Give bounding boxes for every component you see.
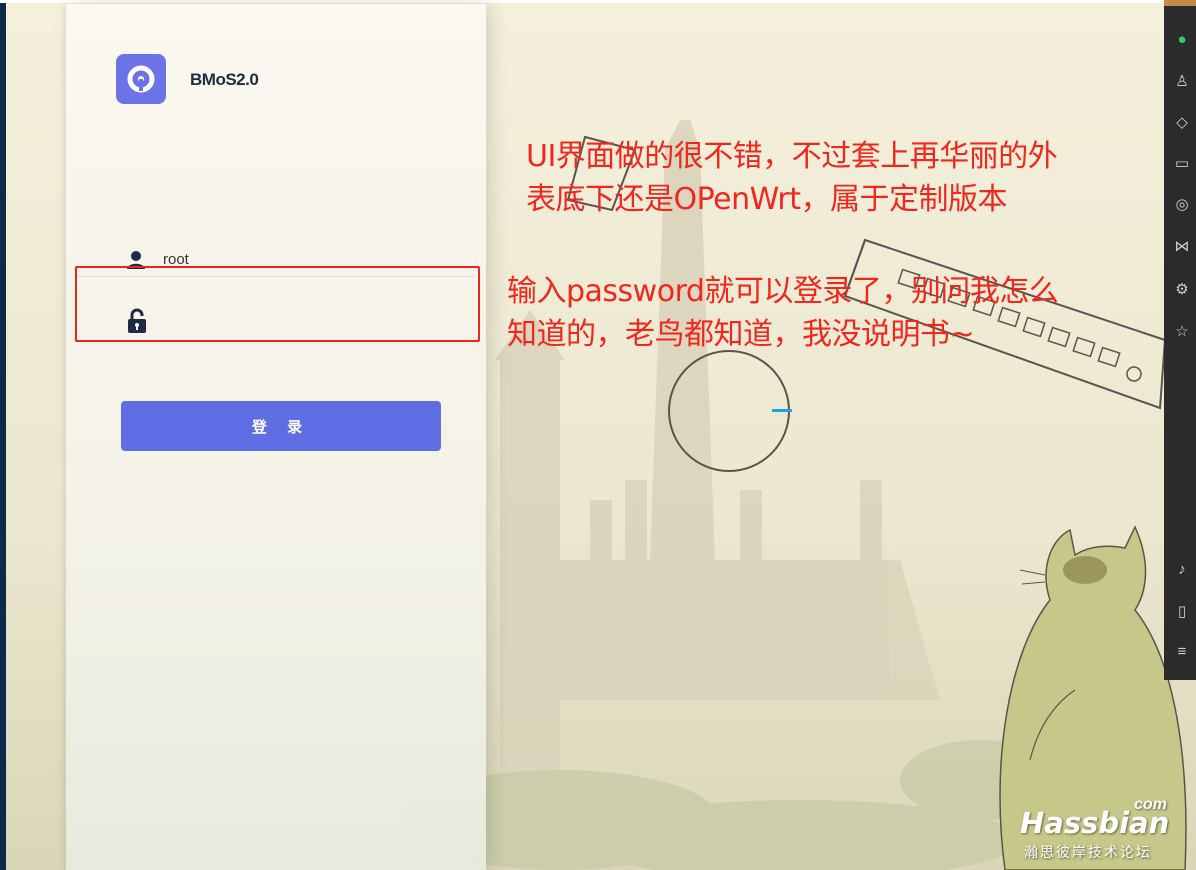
annotation-note-2-line-1: 输入password就可以登录了，别问我怎么 — [507, 274, 1059, 309]
spinner-indicator — [772, 409, 792, 412]
brand-name: BMoS2.0 — [190, 70, 259, 89]
phone-icon[interactable]: ▯ — [1172, 602, 1192, 622]
annotation-note-2-line-2: 知道的，老鸟都知道，我没说明书~ — [507, 317, 975, 352]
dock-top-accent — [1164, 0, 1196, 6]
folder-icon[interactable]: ▭ — [1172, 154, 1192, 174]
annotation-highlight-box — [75, 266, 480, 342]
forum-watermark: com Hassbian 瀚思彼岸技术论坛 — [1018, 796, 1188, 864]
annotation-note-1-line-2: 表底下还是OPenWrt，属于定制版本 — [526, 182, 1008, 217]
butterfly-icon[interactable]: ⋈ — [1172, 237, 1192, 257]
aperture-icon[interactable]: ◎ — [1172, 195, 1192, 215]
annotation-note-1: UI界面做的很不错，不过套上再华丽的外 表底下还是OPenWrt，属于定制版本 — [526, 135, 1126, 221]
cube-icon[interactable]: ◇ — [1172, 113, 1192, 133]
star-icon[interactable]: ☆ — [1172, 322, 1192, 342]
watermark-title: Hassbian — [1020, 806, 1170, 840]
window-top-border — [0, 0, 1196, 3]
contacts-icon[interactable]: ♙ — [1172, 72, 1192, 92]
watermark-subtitle: 瀚思彼岸技术论坛 — [1024, 844, 1152, 860]
annotation-note-2: 输入password就可以登录了，别问我怎么 知道的，老鸟都知道，我没说明书~ — [507, 270, 1147, 356]
music-icon[interactable]: ♪ — [1172, 560, 1192, 580]
chat-icon[interactable]: ● — [1172, 30, 1192, 50]
logo-icon — [116, 54, 166, 104]
login-panel: BMoS2.0 root 登 录 — [66, 4, 486, 870]
gear-icon[interactable]: ⚙ — [1172, 280, 1192, 300]
right-dock: ● ♙ ◇ ▭ ◎ ⋈ ⚙ ☆ ♪ ▯ ≡ — [1164, 0, 1196, 680]
desktop-edge — [0, 0, 6, 870]
menu-icon[interactable]: ≡ — [1172, 642, 1192, 662]
login-button[interactable]: 登 录 — [121, 401, 441, 451]
annotation-note-1-line-1: UI界面做的很不错，不过套上再华丽的外 — [526, 139, 1058, 174]
